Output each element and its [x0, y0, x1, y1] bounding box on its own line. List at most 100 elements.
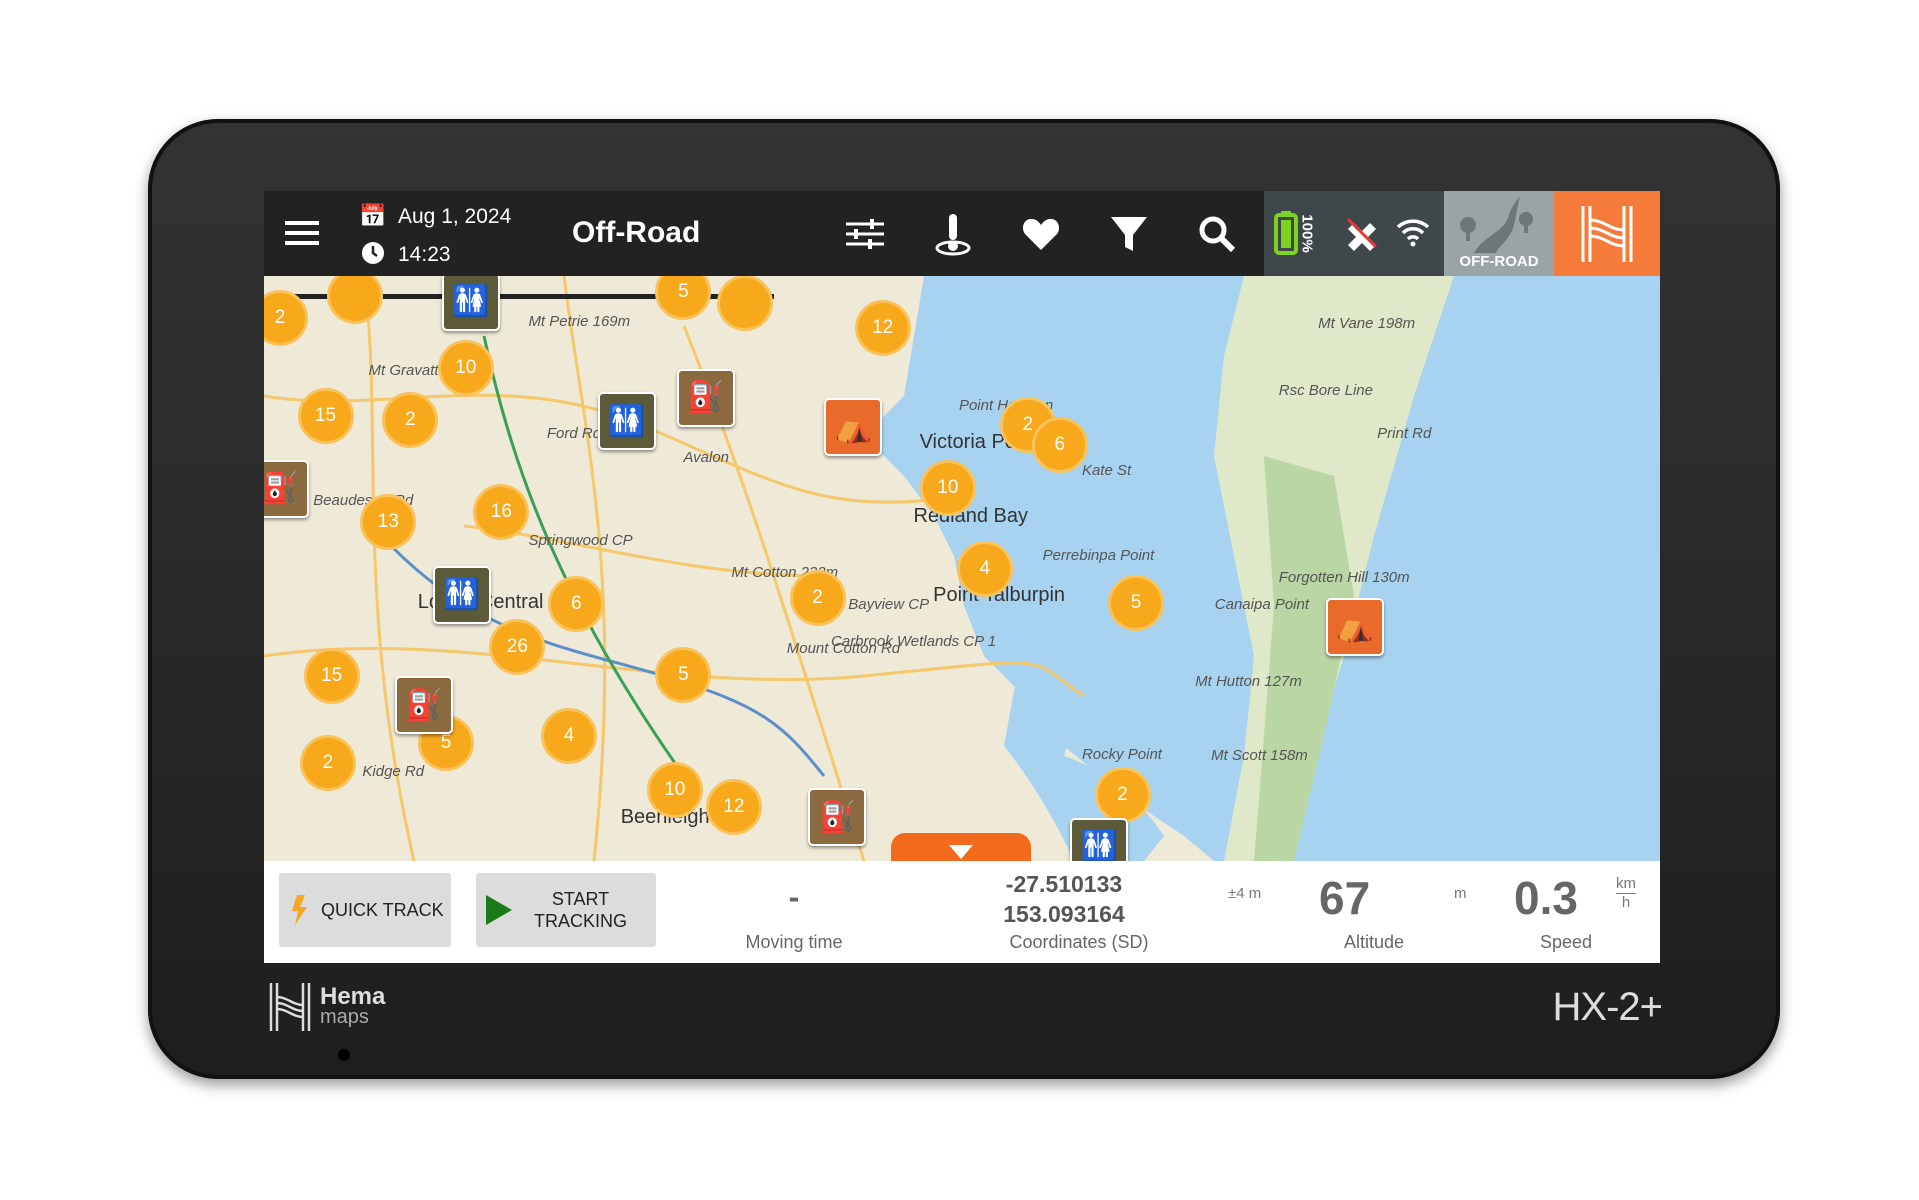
longitude: 153.093164 — [1003, 901, 1125, 927]
poi-cluster[interactable]: 4 — [541, 708, 598, 765]
battery-icon — [1274, 211, 1298, 255]
speed-value: 0.3 — [1514, 872, 1578, 924]
poi-cluster[interactable]: 2 — [299, 735, 356, 792]
mode-title: Off-Road — [572, 216, 701, 249]
quick-track-label: QUICK TRACK — [321, 899, 444, 920]
poi-cluster[interactable]: 15 — [297, 388, 354, 445]
place-label: Kidge Rd — [362, 763, 425, 781]
gps-accuracy: ±4 m — [1228, 885, 1262, 902]
offroad-mode-button[interactable]: OFF-ROAD — [1444, 191, 1554, 276]
place-label: Mt Scott 158m — [1211, 747, 1308, 765]
poi-cluster[interactable]: 5 — [1108, 575, 1165, 632]
toilets-poi-icon[interactable]: 🚻 — [433, 565, 492, 624]
campsite-poi-icon[interactable]: ⛺ — [824, 398, 883, 457]
filter-icon — [1111, 217, 1147, 251]
calendar-icon: 📅 — [359, 203, 387, 228]
sliders-icon — [846, 219, 884, 249]
wifi-icon — [1396, 219, 1430, 247]
place-label: Mt Petrie 169m — [528, 312, 631, 330]
menu-icon — [285, 221, 319, 245]
location-pin-icon — [935, 214, 971, 256]
brand-sub: maps — [320, 1006, 369, 1028]
poi-cluster[interactable]: 15 — [303, 647, 360, 704]
toilets-poi-icon[interactable]: 🚻 — [597, 392, 656, 451]
lightning-icon — [292, 895, 307, 925]
settings-button[interactable] — [842, 211, 888, 257]
poi-cluster[interactable]: 2 — [789, 570, 846, 627]
moving-time-value: - — [788, 879, 800, 915]
place-label: Ford Rd — [546, 424, 602, 442]
gps-off-icon — [1346, 217, 1378, 251]
place-label: Rsc Bore Line — [1278, 381, 1373, 399]
poi-cluster[interactable] — [716, 276, 773, 332]
camera — [338, 1049, 350, 1061]
search-button[interactable] — [1194, 211, 1240, 257]
place-label: Print Rd — [1377, 424, 1432, 442]
collapse-map-button[interactable] — [891, 833, 1031, 861]
place-label: Avalon — [683, 449, 730, 467]
campsite-poi-icon[interactable]: ⛺ — [1326, 597, 1384, 656]
poi-cluster[interactable]: 12 — [854, 299, 911, 356]
menu-button[interactable] — [282, 213, 322, 253]
coordinates-label: Coordinates (SD) — [1009, 932, 1149, 952]
poi-cluster[interactable]: 2 — [1094, 767, 1151, 824]
screen: 📅 Aug 1, 2024 14:23 Off-Road 100% OFF-RO… — [264, 191, 1660, 963]
speed-unit-km: km — [1616, 875, 1636, 894]
poi-cluster[interactable]: 13 — [360, 494, 417, 550]
altitude-label: Altitude — [1343, 932, 1405, 952]
poi-cluster[interactable]: 12 — [705, 779, 762, 836]
hema-logo-icon — [1581, 205, 1633, 262]
poi-cluster[interactable]: 5 — [655, 646, 712, 703]
toilets-poi-icon[interactable]: 🚻 — [441, 276, 500, 331]
search-icon — [1199, 216, 1236, 253]
location-button[interactable] — [930, 209, 976, 259]
hema-h-icon — [269, 983, 311, 1031]
place-label: Canaipa Point — [1214, 595, 1310, 613]
filter-button[interactable] — [1106, 211, 1152, 257]
place-label: Mount Cotton Rd — [786, 640, 901, 658]
map-view[interactable]: Victoria Point Redland Bay Point Talburpin… — [264, 276, 1660, 861]
speed-label: Speed — [1539, 932, 1593, 952]
favourites-button[interactable] — [1018, 211, 1064, 257]
chevron-down-icon — [949, 845, 973, 859]
battery-percent: 100% — [1298, 214, 1316, 253]
start-tracking-button[interactable]: START TRACKING — [476, 873, 656, 947]
altitude-unit: m — [1454, 885, 1467, 902]
latitude: -27.510133 — [1005, 871, 1123, 897]
poi-cluster[interactable]: 10 — [646, 762, 703, 819]
place-label: Springwood CP — [528, 531, 633, 549]
poi-cluster[interactable]: 2 — [382, 391, 439, 448]
altitude-value: 67 — [1319, 872, 1371, 924]
place-label: Forgotten Hill 130m — [1278, 568, 1410, 586]
offroad-mode-icon — [1460, 197, 1533, 253]
clock-icon — [360, 240, 386, 266]
place-label: Mt Vane 198m — [1318, 315, 1416, 333]
moving-time-label: Moving time — [745, 932, 843, 952]
poi-cluster[interactable]: 4 — [956, 540, 1013, 597]
place-label: Bayview CP — [848, 595, 930, 613]
place-label: Mt Hutton 127m — [1195, 673, 1302, 691]
brand-name: Hema — [320, 983, 386, 1010]
fuel-poi-icon[interactable]: ⛽ — [676, 368, 735, 427]
start-label: START — [551, 889, 610, 909]
poi-cluster[interactable]: 6 — [1031, 416, 1088, 473]
speed-unit: km h — [1616, 875, 1636, 912]
place-label: Kate St — [1081, 461, 1132, 479]
heart-icon — [1022, 218, 1060, 250]
hema-maps-logo: Hema maps — [268, 981, 385, 1033]
fuel-poi-icon[interactable]: ⛽ — [264, 459, 309, 518]
status-panel: 100% — [1264, 191, 1444, 276]
quick-track-button[interactable]: QUICK TRACK — [279, 873, 451, 947]
fuel-poi-icon[interactable]: ⛽ — [808, 788, 867, 847]
top-bar: 📅 Aug 1, 2024 14:23 Off-Road 100% OFF-RO… — [264, 191, 1660, 276]
place-label: Perrebinpa Point — [1042, 546, 1155, 564]
poi-cluster[interactable]: 10 — [919, 459, 976, 516]
place-label: Mt Gravatt — [368, 362, 439, 380]
model-name: HX-2+ — [1552, 985, 1663, 1029]
place-label: Rocky Point — [1081, 745, 1162, 763]
poi-cluster[interactable]: 10 — [437, 340, 494, 397]
fuel-poi-icon[interactable]: ⛽ — [394, 676, 453, 735]
hema-home-button[interactable] — [1554, 191, 1660, 276]
bottom-bar: QUICK TRACK START TRACKING - Moving time … — [264, 861, 1660, 963]
toilets-poi-icon[interactable]: 🚻 — [1070, 817, 1129, 861]
